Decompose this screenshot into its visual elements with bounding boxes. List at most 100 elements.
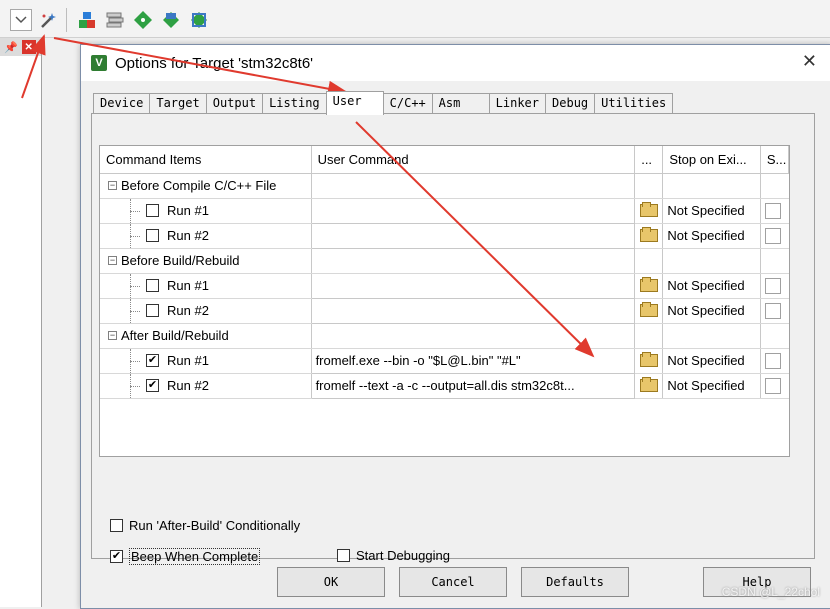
stop-on-exit-value[interactable]: Not Specified — [662, 198, 761, 224]
s-checkbox[interactable] — [764, 277, 781, 294]
pack-select-icon[interactable] — [188, 9, 210, 31]
tree-connector — [118, 348, 140, 372]
folder-open-icon[interactable] — [639, 302, 658, 317]
group-row[interactable]: − Before Build/Rebuild — [100, 248, 789, 274]
manage-components-icon[interactable] — [76, 9, 98, 31]
group-command-cell — [311, 248, 636, 274]
tab-listing[interactable]: Listing — [262, 93, 327, 113]
close-icon[interactable]: ✕ — [802, 51, 817, 72]
group-command-cell — [311, 323, 636, 349]
table-row[interactable]: ✔ Run #1 fromelf.exe --bin -o "$L@L.bin" "… — [100, 347, 789, 374]
toolbar — [0, 0, 830, 38]
folder-open-icon[interactable] — [639, 377, 658, 392]
run-label: Run #1 — [167, 353, 209, 368]
close-panel-icon[interactable]: ✕ — [21, 40, 36, 54]
user-command-input[interactable] — [310, 297, 636, 324]
stop-on-exit-value[interactable]: Not Specified — [662, 348, 761, 374]
folder-open-icon[interactable] — [639, 227, 658, 242]
s-checkbox[interactable] — [764, 302, 781, 319]
run-label: Run #1 — [167, 203, 209, 218]
stop-on-exit-value[interactable]: Not Specified — [662, 298, 761, 324]
beep-option[interactable]: ✔ Beep When Complete — [110, 548, 261, 565]
s-checkbox[interactable] — [764, 202, 781, 219]
folder-open-icon[interactable] — [639, 277, 658, 292]
table-row[interactable]: Run #2 Not Specified — [100, 297, 789, 324]
table-row[interactable]: Run #2 Not Specified — [100, 222, 789, 249]
group-label: After Build/Rebuild — [121, 328, 229, 343]
column-header-user-command[interactable]: User Command — [311, 146, 636, 174]
tab-output[interactable]: Output — [205, 93, 264, 113]
tab-target[interactable]: Target — [149, 93, 207, 113]
run-label: Run #2 — [167, 228, 209, 243]
beep-label: Beep When Complete — [129, 548, 261, 565]
left-dock-panel: 📌 ✕ — [0, 38, 42, 607]
run-checkbox[interactable] — [146, 204, 159, 217]
user-command-input[interactable] — [310, 197, 636, 224]
tree-connector — [118, 198, 140, 222]
user-command-grid: Command Items User Command ... Stop on E… — [99, 145, 790, 457]
run-checkbox[interactable] — [146, 229, 159, 242]
tab-debug[interactable]: Debug — [545, 93, 596, 113]
user-tab-panel: Command Items User Command ... Stop on E… — [91, 113, 815, 565]
run-label: Run #2 — [167, 303, 209, 318]
run-label: Run #2 — [167, 378, 209, 393]
run-checkbox[interactable] — [146, 279, 159, 292]
user-command-input[interactable]: fromelf.exe --bin -o "$L@L.bin" "#L" — [310, 347, 636, 374]
column-header-s[interactable]: S... — [760, 146, 790, 174]
tree-connector — [118, 273, 140, 297]
pin-icon[interactable]: 📌 — [4, 41, 18, 54]
tab-c-cpp[interactable]: C/C++ — [382, 93, 433, 113]
tab-user[interactable]: User — [325, 91, 384, 115]
collapse-icon[interactable]: − — [108, 181, 117, 190]
collapse-icon[interactable]: − — [108, 331, 117, 340]
s-checkbox[interactable] — [764, 377, 781, 394]
group-row[interactable]: − After Build/Rebuild — [100, 323, 789, 349]
tab-linker[interactable]: Linker — [488, 93, 547, 113]
tab-strip: Device Target Output Listing User C/C++ … — [93, 91, 674, 115]
column-header-command-items[interactable]: Command Items — [100, 146, 312, 174]
tab-device[interactable]: Device — [93, 93, 151, 113]
tree-connector — [118, 373, 140, 397]
s-checkbox[interactable] — [764, 227, 781, 244]
run-checkbox[interactable]: ✔ — [146, 379, 159, 392]
dropdown-icon[interactable] — [10, 9, 32, 31]
beep-checkbox[interactable]: ✔ — [110, 550, 123, 563]
table-row[interactable]: ✔ Run #2 fromelf --text -a -c --output=all… — [100, 372, 789, 399]
tab-utilities[interactable]: Utilities — [594, 93, 674, 113]
tree-connector — [118, 298, 140, 322]
group-label: Before Build/Rebuild — [121, 253, 240, 268]
table-row[interactable]: Run #1 Not Specified — [100, 272, 789, 299]
tab-asm[interactable]: Asm — [431, 93, 490, 113]
run-checkbox[interactable]: ✔ — [146, 354, 159, 367]
cancel-button[interactable]: Cancel — [399, 567, 507, 597]
options-dialog: V Options for Target 'stm32c8t6' ✕ Devic… — [80, 44, 830, 609]
group-command-cell — [311, 173, 636, 199]
user-command-input[interactable] — [310, 222, 636, 249]
layers-icon[interactable] — [104, 9, 126, 31]
start-debugging-checkbox[interactable] — [337, 549, 350, 562]
user-command-input[interactable]: fromelf --text -a -c --output=all.dis st… — [310, 372, 636, 399]
collapse-icon[interactable]: − — [108, 256, 117, 265]
run-after-build-checkbox[interactable] — [110, 519, 123, 532]
options-wand-icon[interactable] — [38, 9, 60, 31]
table-row[interactable]: Run #1 Not Specified — [100, 197, 789, 224]
folder-open-icon[interactable] — [639, 352, 658, 367]
stop-on-exit-value[interactable]: Not Specified — [662, 373, 761, 399]
start-debugging-option[interactable]: Start Debugging — [337, 548, 450, 563]
group-label: Before Compile C/C++ File — [121, 178, 277, 193]
run-after-build-option[interactable]: Run 'After-Build' Conditionally — [110, 518, 300, 533]
ok-button[interactable]: OK — [277, 567, 385, 597]
folder-open-icon[interactable] — [639, 202, 658, 217]
column-header-browse[interactable]: ... — [634, 146, 664, 174]
stop-on-exit-value[interactable]: Not Specified — [662, 273, 761, 299]
pack-installer-icon[interactable] — [160, 9, 182, 31]
defaults-button[interactable]: Defaults — [521, 567, 629, 597]
run-checkbox[interactable] — [146, 304, 159, 317]
diamond-green-icon[interactable] — [132, 9, 154, 31]
column-header-stop-on-exit[interactable]: Stop on Exi... — [662, 146, 761, 174]
stop-on-exit-value[interactable]: Not Specified — [662, 223, 761, 249]
start-debugging-label: Start Debugging — [356, 548, 450, 563]
user-command-input[interactable] — [310, 272, 636, 299]
s-checkbox[interactable] — [764, 352, 781, 369]
group-row[interactable]: − Before Compile C/C++ File — [100, 173, 789, 199]
